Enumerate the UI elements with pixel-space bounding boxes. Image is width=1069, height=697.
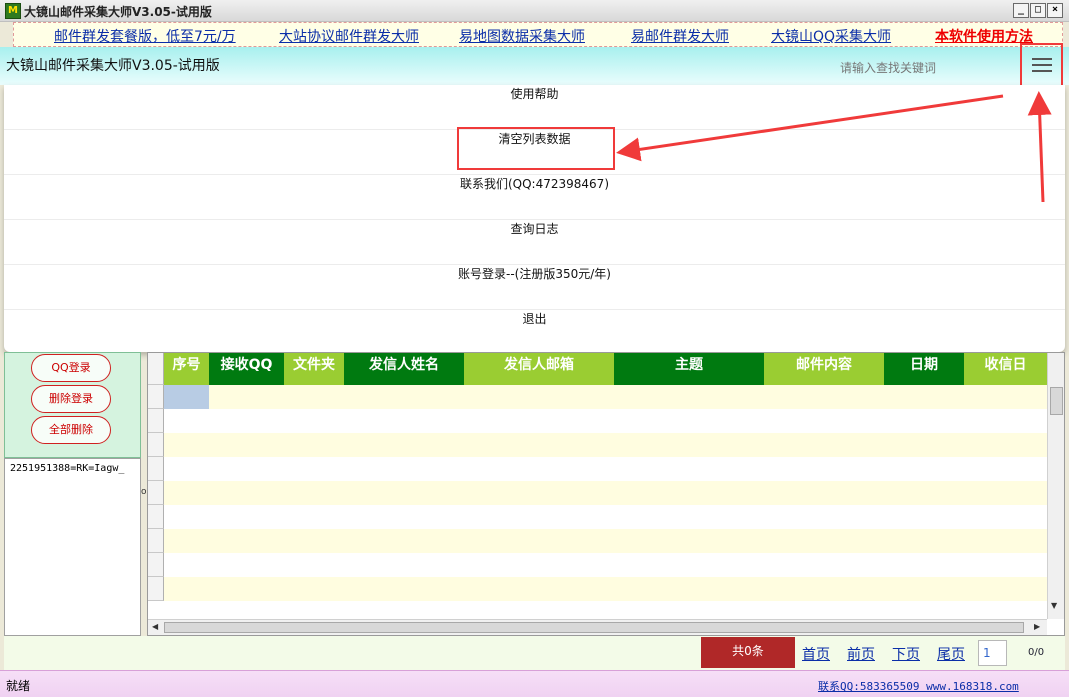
table-row[interactable] bbox=[164, 481, 1047, 505]
app-header: 大镜山邮件采集大师V3.05-试用版 请输入查找关键词 bbox=[0, 47, 1069, 85]
table-row[interactable] bbox=[164, 505, 1047, 529]
hscroll-thumb[interactable] bbox=[164, 622, 1024, 633]
table-row[interactable] bbox=[164, 457, 1047, 481]
scroll-left-icon[interactable]: ◀ bbox=[152, 622, 158, 631]
qq-login-button[interactable]: QQ登录 bbox=[31, 354, 111, 382]
maximize-button[interactable]: □ bbox=[1030, 3, 1046, 18]
menu-item-help[interactable]: 使用帮助 bbox=[4, 85, 1065, 130]
vertical-scrollbar[interactable]: ▼ bbox=[1047, 353, 1064, 619]
grid-corner bbox=[148, 353, 164, 385]
header-title: 大镜山邮件采集大师V3.05-试用版 bbox=[6, 58, 220, 74]
table-row[interactable] bbox=[164, 409, 1047, 433]
row-header[interactable] bbox=[148, 457, 164, 481]
hamburger-icon bbox=[1032, 58, 1052, 60]
row-header[interactable] bbox=[148, 529, 164, 553]
status-text: 就绪 bbox=[6, 679, 31, 693]
table-row[interactable] bbox=[164, 433, 1047, 457]
scroll-thumb[interactable] bbox=[1050, 387, 1063, 415]
delete-all-button[interactable]: 全部删除 bbox=[31, 416, 111, 444]
link-protocol-mailer[interactable]: 大站协议邮件群发大师 bbox=[279, 26, 419, 46]
col-header-receive-qq[interactable]: 接收QQ bbox=[209, 353, 284, 385]
last-page-link[interactable]: 尾页 bbox=[937, 644, 965, 664]
next-page-link[interactable]: 下页 bbox=[892, 644, 920, 664]
row-header[interactable] bbox=[148, 385, 164, 409]
hamburger-menu-button[interactable] bbox=[1020, 43, 1063, 87]
promo-link-bar: 邮件群发套餐版，低至7元/万 大站协议邮件群发大师 易地图数据采集大师 易邮件群… bbox=[13, 22, 1063, 47]
dropdown-menu: 使用帮助 清空列表数据 联系我们(QQ:472398467) 查询日志 账号登录… bbox=[4, 85, 1065, 352]
splitter-handle[interactable]: o bbox=[141, 487, 147, 497]
link-mass-mail-package[interactable]: 邮件群发套餐版，低至7元/万 bbox=[54, 26, 236, 46]
record-count: 共0条 bbox=[701, 637, 795, 668]
pager: 共0条 首页 前页 下页 尾页 1 0/0 bbox=[4, 636, 1065, 670]
col-header-subject[interactable]: 主题 bbox=[614, 353, 764, 385]
status-bar: 就绪 联系QQ:583365509 www.168318.com bbox=[0, 670, 1069, 697]
table-row[interactable] bbox=[164, 529, 1047, 553]
account-list[interactable]: 2251951388=RK=Iagw_ bbox=[4, 458, 141, 636]
title-bar: M 大镜山邮件采集大师V3.05-试用版 _ □ × bbox=[0, 0, 1069, 22]
app-icon: M bbox=[5, 3, 21, 19]
page-total: 0/0 bbox=[1028, 647, 1045, 658]
highlight-box bbox=[457, 127, 615, 170]
col-header-content[interactable]: 邮件内容 bbox=[764, 353, 884, 385]
horizontal-scrollbar[interactable]: ◀ ▶ bbox=[148, 619, 1047, 635]
menu-item-contact[interactable]: 联系我们(QQ:472398467) bbox=[4, 175, 1065, 220]
row-header[interactable] bbox=[148, 577, 164, 601]
prev-page-link[interactable]: 前页 bbox=[847, 644, 875, 664]
col-header-sender-name[interactable]: 发信人姓名 bbox=[344, 353, 464, 385]
col-header-folder[interactable]: 文件夹 bbox=[284, 353, 344, 385]
row-header[interactable] bbox=[148, 433, 164, 457]
table-row[interactable] bbox=[164, 553, 1047, 577]
selected-cell[interactable] bbox=[164, 385, 209, 409]
table-row[interactable] bbox=[164, 577, 1047, 601]
menu-item-exit[interactable]: 退出 bbox=[4, 310, 1065, 355]
minimize-button[interactable]: _ bbox=[1013, 3, 1029, 18]
scroll-right-icon[interactable]: ▶ bbox=[1034, 622, 1040, 631]
link-usage-guide[interactable]: 本软件使用方法 bbox=[935, 26, 1033, 46]
window-title: 大镜山邮件采集大师V3.05-试用版 bbox=[24, 5, 212, 19]
table-row[interactable] bbox=[164, 385, 1047, 409]
menu-item-account-login[interactable]: 账号登录--(注册版350元/年) bbox=[4, 265, 1065, 310]
col-header-sender-email[interactable]: 发信人邮箱 bbox=[464, 353, 614, 385]
close-button[interactable]: × bbox=[1047, 3, 1063, 18]
row-header[interactable] bbox=[148, 409, 164, 433]
col-header-receive-date[interactable]: 收信日 bbox=[964, 353, 1047, 385]
link-qq-collector[interactable]: 大镜山QQ采集大师 bbox=[771, 26, 891, 46]
row-header[interactable] bbox=[148, 505, 164, 529]
delete-login-button[interactable]: 删除登录 bbox=[31, 385, 111, 413]
menu-item-query-log[interactable]: 查询日志 bbox=[4, 220, 1065, 265]
col-header-index[interactable]: 序号 bbox=[164, 353, 209, 385]
col-header-date[interactable]: 日期 bbox=[884, 353, 964, 385]
link-map-data-collector[interactable]: 易地图数据采集大师 bbox=[459, 26, 585, 46]
scroll-down-icon[interactable]: ▼ bbox=[1051, 601, 1057, 610]
page-number-input[interactable]: 1 bbox=[978, 640, 1007, 666]
row-header[interactable] bbox=[148, 481, 164, 505]
email-data-grid[interactable]: 序号 接收QQ 文件夹 发信人姓名 发信人邮箱 主题 邮件内容 日期 收信日 ▼… bbox=[147, 352, 1065, 636]
first-page-link[interactable]: 首页 bbox=[802, 644, 830, 664]
link-easy-mailer[interactable]: 易邮件群发大师 bbox=[631, 26, 729, 46]
login-panel: QQ登录 删除登录 全部删除 bbox=[4, 352, 141, 458]
search-input[interactable]: 请输入查找关键词 bbox=[840, 59, 936, 76]
row-header[interactable] bbox=[148, 553, 164, 577]
contact-link[interactable]: 联系QQ:583365509 www.168318.com bbox=[818, 678, 1019, 694]
list-item[interactable]: 2251951388=RK=Iagw_ bbox=[10, 463, 124, 474]
